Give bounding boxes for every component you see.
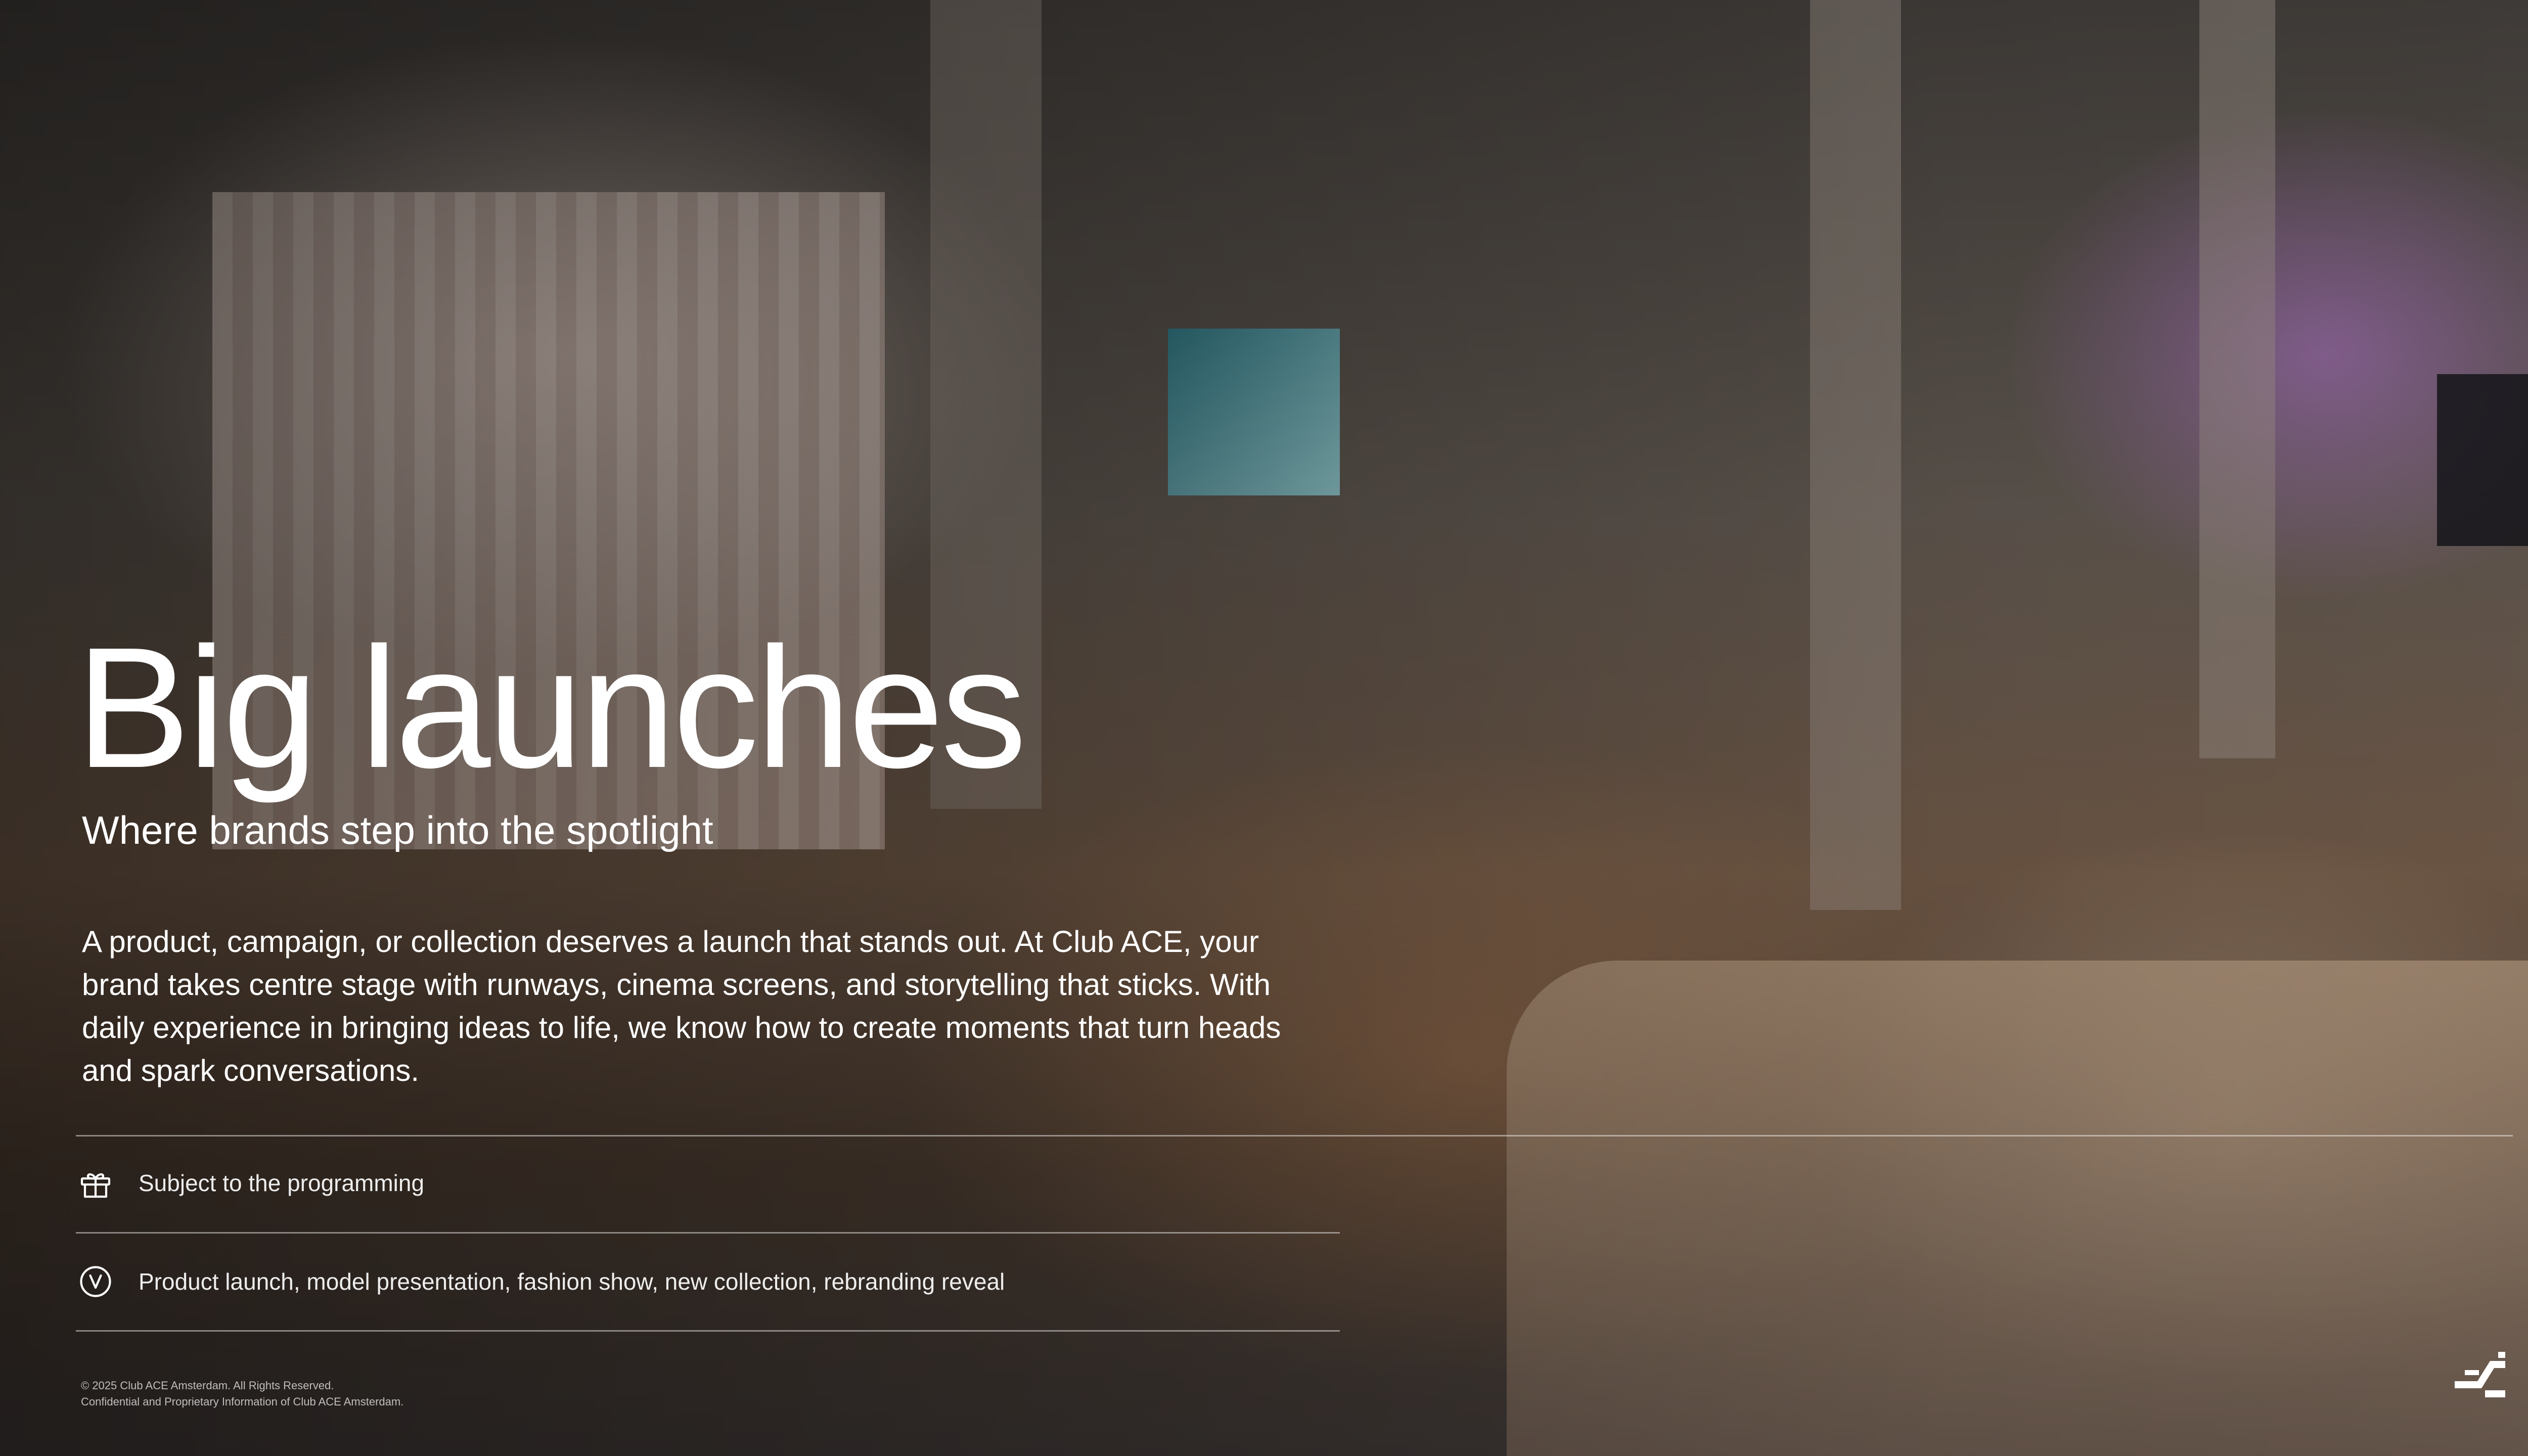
- feature-row-programming: Subject to the programming: [76, 1160, 424, 1206]
- slide-description: A product, campaign, or collection deser…: [82, 925, 1281, 1087]
- divider: [76, 1135, 2513, 1136]
- footer: © 2025 Club ACE Amsterdam. All Rights Re…: [81, 1378, 403, 1410]
- footer-confidential: Confidential and Proprietary Information…: [81, 1395, 404, 1408]
- slide-subtitle: Where brands step into the spotlight: [82, 808, 713, 852]
- slide-title: Big launches: [76, 612, 1027, 804]
- club-ace-logo-icon: [2450, 1350, 2510, 1405]
- divider: [76, 1232, 1340, 1234]
- feature-text: Subject to the programming: [139, 1170, 425, 1196]
- presentation-slide: Big launches Where brands step into the …: [0, 0, 2528, 1456]
- feature-text: Product launch, model presentation, fash…: [139, 1268, 1005, 1295]
- gift-icon: [76, 1163, 115, 1203]
- checkmark-circle-icon: [76, 1262, 115, 1301]
- footer-copyright: © 2025 Club ACE Amsterdam. All Rights Re…: [81, 1379, 334, 1392]
- feature-row-event-types: Product launch, model presentation, fash…: [76, 1259, 1005, 1304]
- divider: [76, 1330, 1340, 1332]
